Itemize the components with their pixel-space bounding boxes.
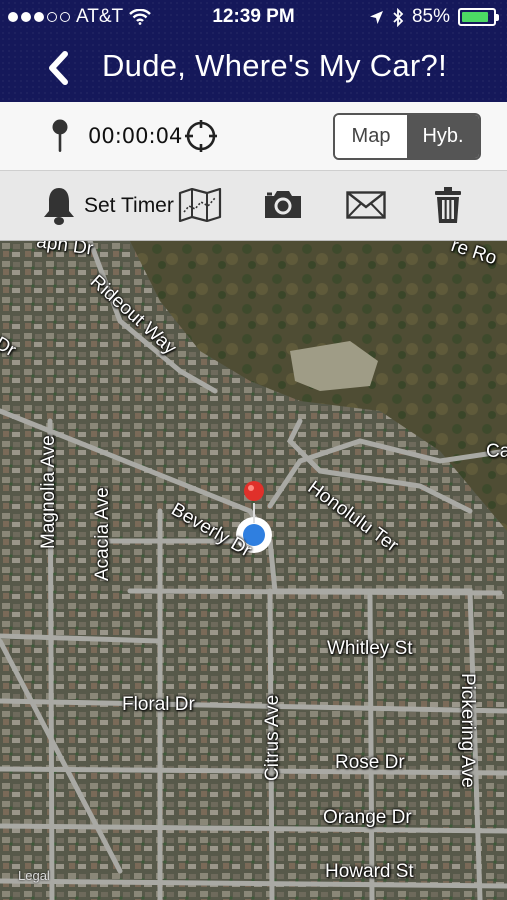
trash-icon[interactable]: [434, 186, 462, 224]
bluetooth-icon: [393, 7, 404, 27]
street-label: Orange Dr: [323, 807, 412, 828]
map-type-segmented-control: Map Hyb.: [333, 113, 481, 160]
pin-icon: [52, 119, 68, 152]
chevron-left-icon: [49, 51, 68, 85]
back-button[interactable]: [40, 48, 76, 88]
top-bar: AT&T 12:39 PM 85% Dude, Where's My Car?!: [0, 0, 507, 102]
location-arrow-icon: [369, 10, 383, 24]
map-type-hybrid-button[interactable]: Hyb.: [407, 115, 479, 158]
set-timer-button[interactable]: Set Timer: [84, 194, 174, 218]
street-label: Rose Dr: [335, 752, 405, 773]
map-imagery: [0, 241, 507, 900]
street-label: Citrus Ave: [262, 694, 283, 781]
crosshair-locate-icon[interactable]: [184, 119, 218, 153]
status-bar: AT&T 12:39 PM 85%: [0, 0, 507, 34]
street-label: Magnolia Ave: [38, 435, 59, 549]
map-type-map-button[interactable]: Map: [335, 115, 407, 158]
bell-icon[interactable]: [42, 186, 76, 226]
street-label: Ca: [486, 441, 507, 462]
elapsed-time: 00:00:04: [88, 124, 183, 148]
timer-row: 00:00:04 Map Hyb.: [0, 102, 507, 171]
action-toolbar: Set Timer: [0, 171, 507, 241]
satellite-map[interactable]: aph Dr re Ro Rideout Way Dr Ca Magnolia …: [0, 241, 507, 900]
battery-icon: [458, 8, 499, 26]
page-title: Dude, Where's My Car?!: [102, 48, 448, 83]
mail-icon[interactable]: [346, 191, 386, 219]
camera-icon[interactable]: [263, 188, 303, 220]
battery-percent: 85%: [411, 6, 450, 27]
street-label: Acacia Ave: [92, 487, 113, 581]
street-label: Whitley St: [327, 638, 413, 659]
car-pin-icon[interactable]: [244, 481, 264, 501]
street-label: Pickering Ave: [457, 673, 478, 788]
legal-link[interactable]: Legal: [18, 868, 50, 883]
street-label: Floral Dr: [122, 694, 195, 715]
map-icon[interactable]: [178, 188, 222, 222]
nav-bar: Dude, Where's My Car?!: [0, 34, 507, 102]
street-label: Howard St: [325, 861, 414, 882]
status-right: 85%: [369, 6, 499, 28]
